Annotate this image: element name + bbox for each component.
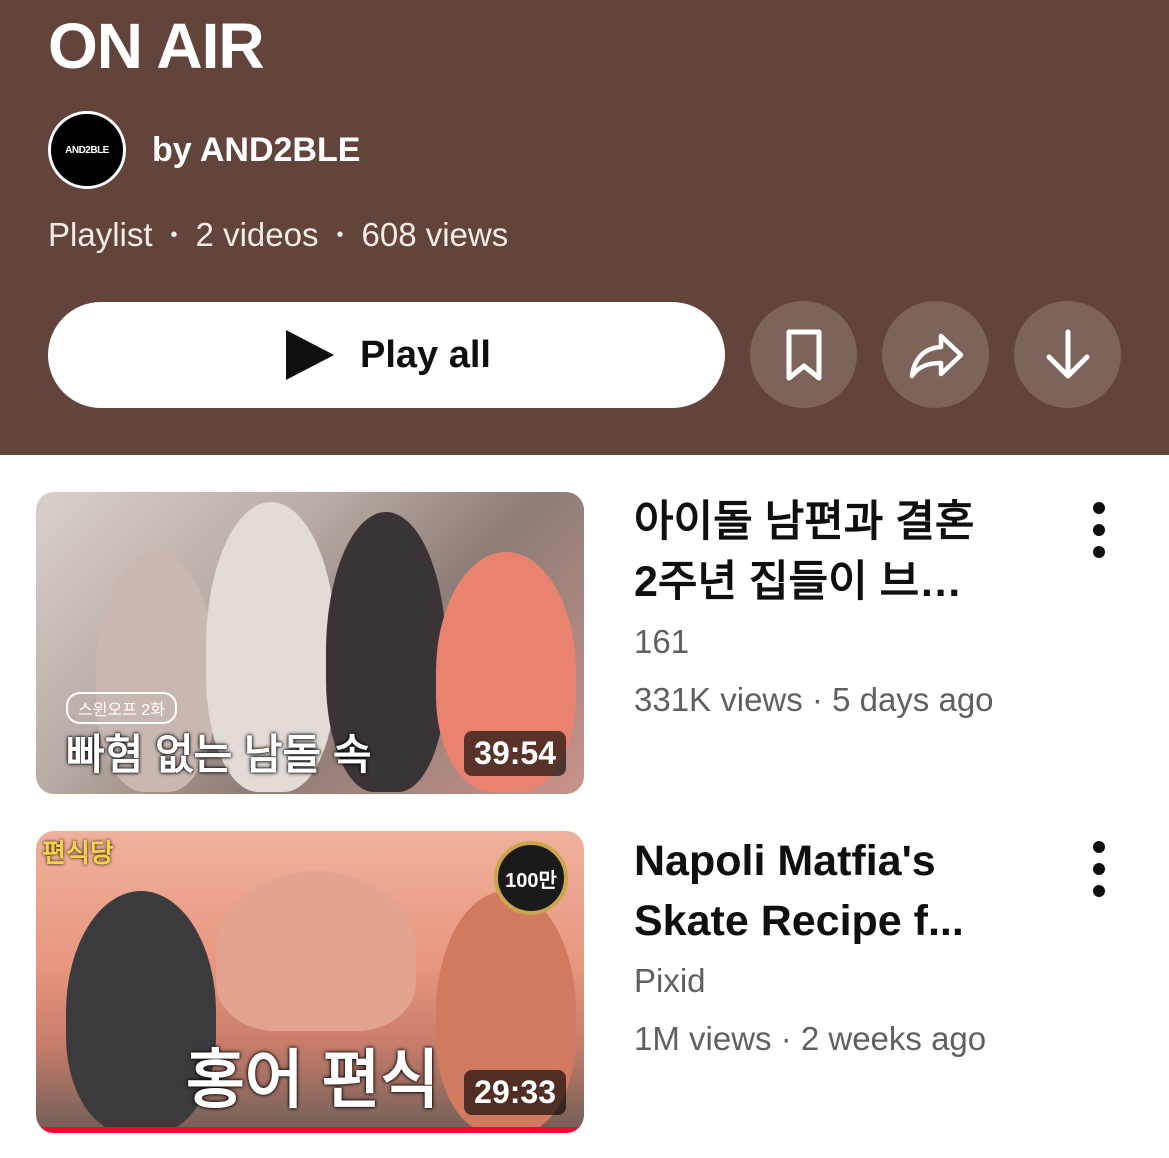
video-item[interactable]: 스윈오프 2화 빠혐 없는 남돌 속 39:54 아이돌 남편과 결혼 2주년 … bbox=[36, 492, 1136, 794]
thumbnail-tag: 스윈오프 2화 bbox=[66, 692, 177, 724]
video-info[interactable]: 아이돌 남편과 결혼 2주년 집들이 브… 161 331K views · 5… bbox=[634, 492, 1054, 722]
channel-row[interactable]: AND2BLE by AND2BLE bbox=[48, 111, 360, 189]
playlist-title: ON AIR bbox=[48, 10, 265, 82]
video-thumbnail[interactable]: 편식당 100만 홍어 편식 29:33 bbox=[36, 831, 584, 1133]
meta-separator: • bbox=[336, 223, 344, 246]
thumbnail-badge: 100만 bbox=[494, 841, 568, 915]
thumbnail-caption: 홍어 편식 bbox=[186, 1044, 440, 1116]
video-duration: 39:54 bbox=[464, 731, 566, 776]
channel-avatar[interactable]: AND2BLE bbox=[48, 111, 126, 189]
video-info[interactable]: Napoli Matfia's Skate Recipe f... Pixid … bbox=[634, 831, 1054, 1061]
video-title-line: Skate Recipe f... bbox=[634, 897, 964, 945]
thumbnail-figure bbox=[216, 871, 416, 1031]
video-duration: 29:33 bbox=[464, 1070, 566, 1115]
playlist-meta: Playlist • 2 videos • 608 views bbox=[48, 216, 508, 254]
video-author: 161 bbox=[634, 623, 690, 660]
play-all-label: Play all bbox=[360, 333, 491, 376]
download-button[interactable] bbox=[1014, 301, 1121, 408]
more-options-icon[interactable] bbox=[1086, 502, 1112, 558]
play-icon bbox=[286, 330, 334, 380]
video-title[interactable]: Napoli Matfia's Skate Recipe f... bbox=[634, 831, 1054, 951]
thumbnail-caption: 빠혐 없는 남돌 속 bbox=[66, 731, 372, 778]
save-playlist-button[interactable] bbox=[750, 301, 857, 408]
playlist-header: ON AIR AND2BLE by AND2BLE Playlist • 2 v… bbox=[0, 0, 1169, 455]
video-stats: 331K views · 5 days ago bbox=[634, 681, 994, 718]
video-author: Pixid bbox=[634, 962, 706, 999]
share-icon bbox=[909, 333, 963, 378]
play-all-button[interactable]: Play all bbox=[48, 302, 725, 408]
thumbnail-brand: 편식당 bbox=[42, 838, 114, 868]
more-options-icon[interactable] bbox=[1086, 841, 1112, 897]
bookmark-icon bbox=[786, 329, 821, 380]
watch-progress-bar bbox=[36, 1127, 584, 1133]
video-title-line: 2주년 집들이 브… bbox=[634, 558, 963, 606]
video-title-line: Napoli Matfia's bbox=[634, 837, 936, 885]
meta-type: Playlist bbox=[48, 216, 153, 253]
share-button[interactable] bbox=[882, 301, 989, 408]
meta-video-count: 2 videos bbox=[195, 216, 319, 253]
meta-view-count: 608 views bbox=[361, 216, 509, 253]
video-title-line: 아이돌 남편과 결혼 bbox=[634, 498, 975, 546]
video-title[interactable]: 아이돌 남편과 결혼 2주년 집들이 브… bbox=[634, 492, 1054, 612]
video-thumbnail[interactable]: 스윈오프 2화 빠혐 없는 남돌 속 39:54 bbox=[36, 492, 584, 794]
meta-separator: • bbox=[170, 223, 178, 246]
channel-name[interactable]: by AND2BLE bbox=[152, 131, 360, 170]
video-stats: 1M views · 2 weeks ago bbox=[634, 1020, 987, 1057]
download-icon bbox=[1046, 329, 1089, 378]
video-item[interactable]: 편식당 100만 홍어 편식 29:33 Napoli Matfia's Ska… bbox=[36, 831, 1136, 1133]
